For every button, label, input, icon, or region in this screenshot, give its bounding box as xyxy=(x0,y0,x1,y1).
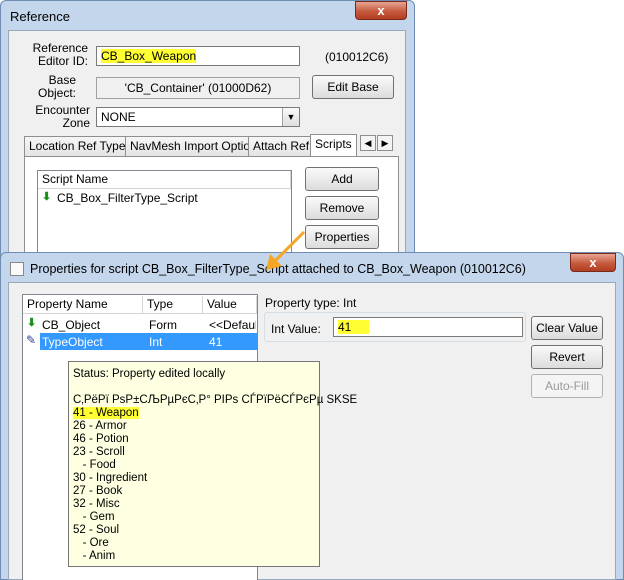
editor-id-value: CB_Box_Weapon xyxy=(101,49,197,63)
edited-property-icon: ✎ xyxy=(26,333,37,347)
reference-close-button[interactable]: x xyxy=(355,1,407,20)
encounter-zone-label: Encounter Zone xyxy=(35,103,90,130)
add-script-button[interactable]: Add xyxy=(305,167,379,191)
property-value-cell: 41 xyxy=(209,335,223,349)
tooltip-line: С‚РёРї РѕР±СЉРµРєС‚Р° РІРѕ СЃРїРёСЃРєРµ … xyxy=(73,394,358,406)
properties-close-button[interactable]: x xyxy=(570,253,616,272)
list-item[interactable]: CB_Box_FilterType_Script xyxy=(57,191,198,205)
reference-window-title: Reference xyxy=(10,9,70,24)
remove-script-button[interactable]: Remove xyxy=(305,196,379,220)
property-tooltip: Status: Property edited locally С‚РёРї Р… xyxy=(68,361,358,567)
tooltip-line: - Food xyxy=(73,459,116,471)
tab-scroll-left-icon[interactable]: ◀ xyxy=(360,135,376,151)
base-object-value: 'CB_Container' (01000D62) xyxy=(96,77,300,99)
tooltip-line: - Gem xyxy=(73,511,115,523)
property-arrow-icon: ⬇ xyxy=(27,317,37,329)
script-arrow-icon: ⬇ xyxy=(42,191,52,203)
encounter-zone-value: NONE xyxy=(101,110,136,124)
int-value-input[interactable]: 41 xyxy=(333,317,523,337)
tooltip-status: Status: Property edited locally xyxy=(73,368,226,380)
tooltip-line: 23 - Scroll xyxy=(73,446,125,458)
tooltip-line: - Anim xyxy=(73,550,116,562)
properties-button[interactable]: Properties xyxy=(305,225,379,249)
property-type-cell: Int xyxy=(149,335,163,349)
int-value-text: 41 xyxy=(338,320,370,334)
tooltip-line: 46 - Potion xyxy=(73,433,129,445)
tab-location-ref-type[interactable]: Location Ref Type xyxy=(24,136,131,156)
tooltip-line: 26 - Armor xyxy=(73,420,127,432)
value-column-header[interactable]: Value xyxy=(203,296,257,314)
tab-scripts[interactable]: Scripts xyxy=(310,134,357,156)
int-value-label: Int Value: xyxy=(271,322,321,336)
edit-base-button[interactable]: Edit Base xyxy=(312,75,394,99)
revert-button[interactable]: Revert xyxy=(531,345,603,369)
tooltip-line: 30 - Ingredient xyxy=(73,472,148,484)
script-name-column-header[interactable]: Script Name xyxy=(38,171,291,189)
tooltip-line: 27 - Book xyxy=(73,485,123,497)
type-column-header[interactable]: Type xyxy=(143,296,203,314)
tab-attach-ref[interactable]: Attach Ref xyxy=(248,136,315,156)
annotation-arrow-icon xyxy=(266,230,306,270)
tooltip-line: 32 - Misc xyxy=(73,498,120,510)
tooltip-line: 52 - Soul xyxy=(73,524,120,536)
encounter-zone-select[interactable]: NONE xyxy=(96,107,300,127)
editor-id-input[interactable]: CB_Box_Weapon xyxy=(96,46,300,66)
property-name-cell: TypeObject xyxy=(42,335,103,349)
tab-scroll-right-icon[interactable]: ▶ xyxy=(377,135,393,151)
clear-value-button[interactable]: Clear Value xyxy=(531,316,603,340)
window-app-icon xyxy=(10,262,24,276)
tooltip-line: 41 - Weapon xyxy=(73,407,315,420)
property-type-label: Property type: Int xyxy=(265,296,357,310)
form-id-text: (010012C6) xyxy=(325,50,389,64)
chevron-down-icon[interactable]: ▼ xyxy=(282,108,299,126)
editor-id-label: Reference Editor ID: xyxy=(32,41,88,68)
property-value-cell: <<Default xyxy=(209,318,256,332)
tooltip-line-highlight: 41 - Weapon xyxy=(73,407,139,419)
tab-navmesh-import-option[interactable]: NavMesh Import Option xyxy=(125,136,262,156)
base-object-label: Base Object: xyxy=(37,73,76,100)
tooltip-line: - Ore xyxy=(73,537,109,549)
auto-fill-button: Auto-Fill xyxy=(531,374,603,398)
property-name-column-header[interactable]: Property Name xyxy=(23,296,143,314)
property-type-cell: Form xyxy=(149,318,177,332)
property-name-cell: CB_Object xyxy=(42,318,101,332)
